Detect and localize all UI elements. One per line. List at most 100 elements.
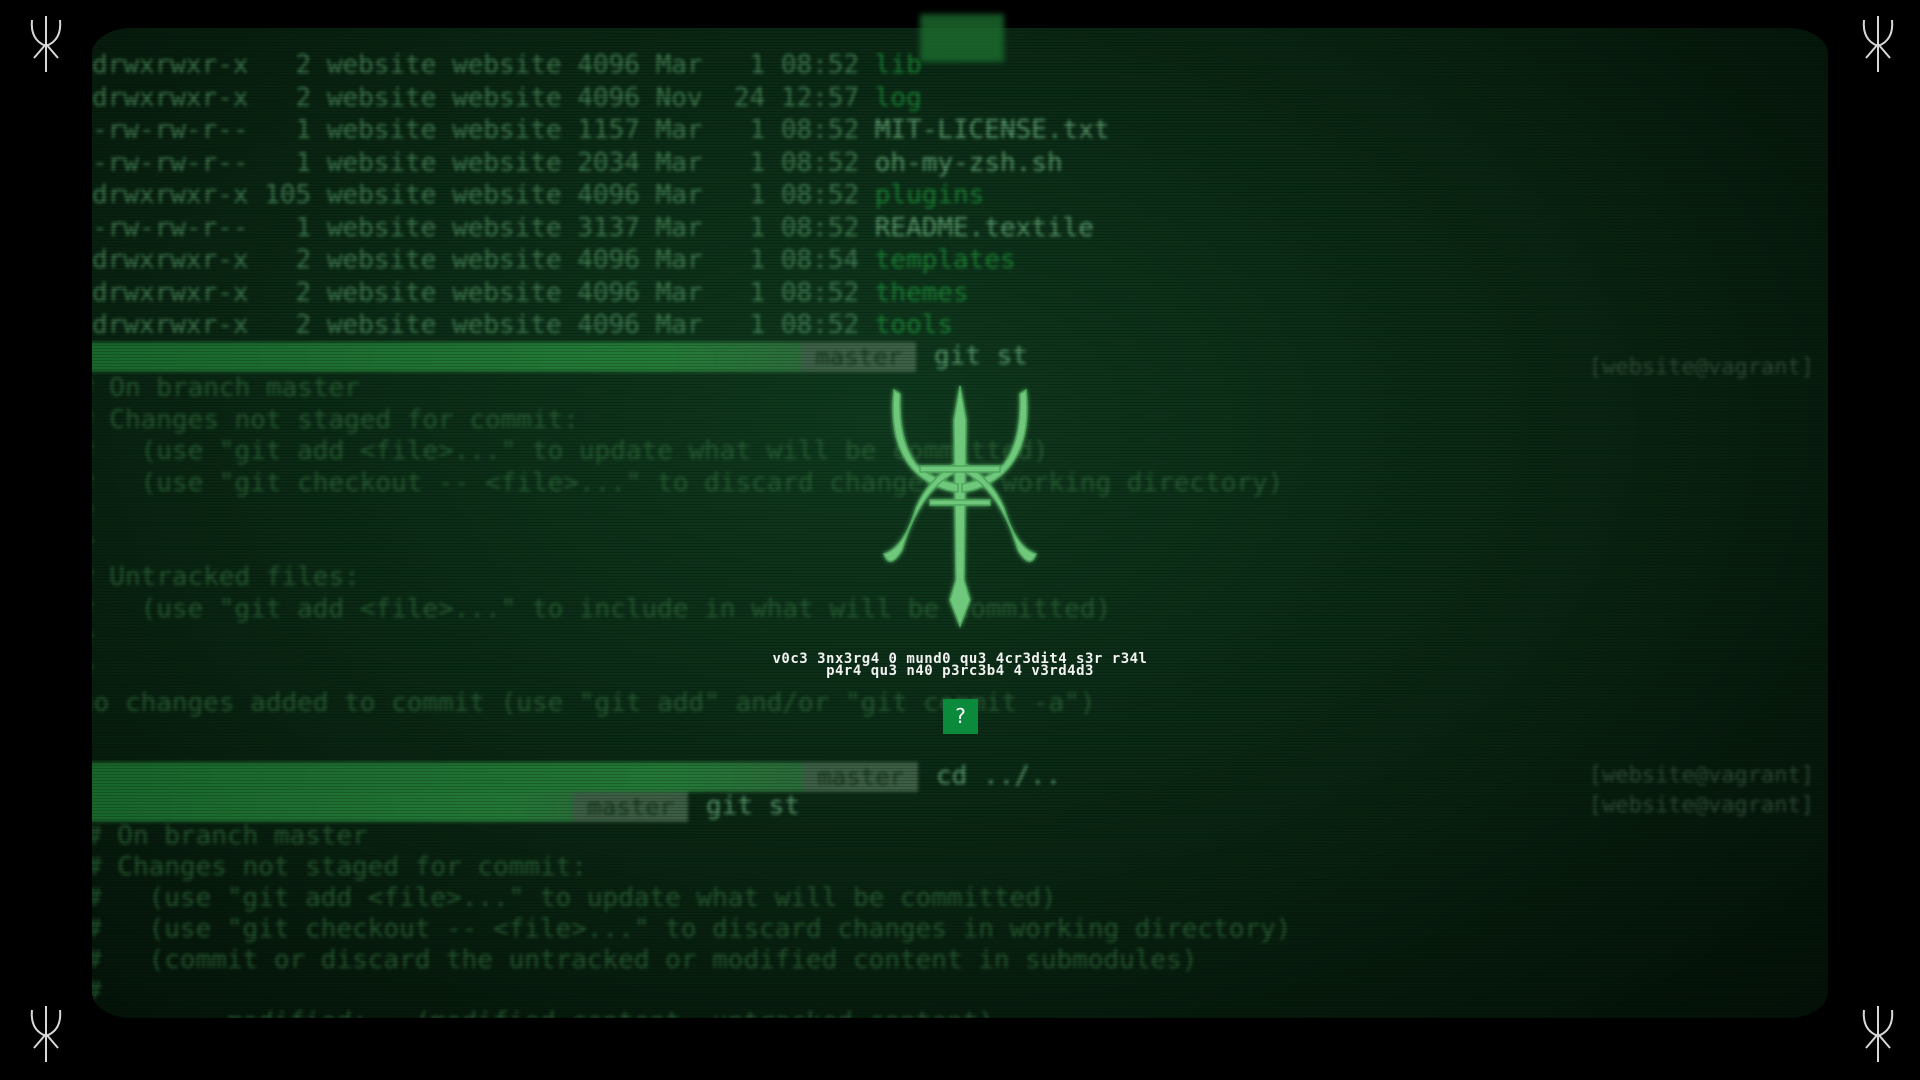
crt-screen: drwxrwxr-x 2 website website 4096 Mar 1 …	[92, 28, 1828, 1018]
ls-group: website	[452, 212, 562, 243]
corner-sigil-icon-bottom-right	[1862, 1006, 1894, 1062]
git-status-text: # Changes not staged for commit:	[92, 404, 579, 435]
git-status-text: #	[92, 499, 94, 529]
ls-size: 3137	[577, 212, 640, 243]
ls-row: -rw-rw-r-- 1 website website 3137 Mar 1 …	[92, 213, 1094, 244]
ls-row: -rw-rw-r-- 1 website website 1157 Mar 1 …	[92, 115, 1110, 146]
git-status-line: # (use "git add <file>..." to update wha…	[92, 883, 1057, 914]
ls-permissions: drwxrwxr-x	[92, 245, 249, 275]
git-status-line: #	[92, 531, 94, 562]
ls-day: 1	[749, 180, 766, 210]
ls-month: Mar	[655, 277, 703, 308]
ls-filename: templates	[874, 245, 1016, 275]
ls-day: 1	[749, 115, 766, 145]
ls-links: 2	[295, 245, 312, 275]
ls-day: 1	[749, 212, 766, 243]
ls-links: 2	[295, 50, 312, 80]
ls-day: 1	[749, 277, 766, 308]
ls-user: website	[326, 245, 437, 275]
ls-filename: tools	[874, 310, 954, 340]
ls-row: drwxrwxr-x 2 website website 4096 Mar 1 …	[92, 310, 953, 341]
ls-user: website	[326, 212, 437, 243]
ls-links: 105	[264, 180, 312, 210]
git-status-text: # (use "git checkout -- <file>..." to di…	[92, 914, 1292, 944]
shell-prompt: master git st	[92, 791, 800, 822]
prompt-path-segment: master	[92, 791, 688, 822]
ls-time: 08:52	[780, 147, 860, 178]
ls-size: 4096	[577, 277, 640, 308]
ls-month: Nov	[655, 82, 703, 113]
ls-filename: themes	[874, 277, 969, 308]
ls-permissions: drwxrwxr-x	[92, 310, 249, 340]
ls-size: 4096	[577, 310, 640, 340]
ls-user: website	[326, 180, 437, 210]
help-button[interactable]: ?	[943, 699, 978, 734]
ls-permissions: -rw-rw-r--	[92, 212, 249, 243]
prompt-host-tag: [website@vagrant]	[1588, 763, 1814, 788]
ls-month: Mar	[655, 115, 703, 145]
ls-group: website	[452, 310, 562, 340]
git-status-text: # On branch master	[92, 821, 368, 851]
ls-size: 1157	[577, 115, 640, 145]
git-status-text: #	[92, 625, 94, 655]
ls-month: Mar	[655, 212, 703, 243]
ls-filename: plugins	[874, 180, 985, 210]
ls-links: 1	[295, 212, 312, 243]
ls-user: website	[326, 82, 437, 113]
git-status-line: #	[92, 976, 102, 1007]
git-status-text: # Untracked files:	[92, 562, 360, 592]
ls-filename: MIT-LICENSE.txt	[874, 115, 1110, 145]
ls-month: Mar	[655, 147, 703, 178]
ls-user: website	[326, 277, 437, 308]
git-status-text: #	[92, 976, 102, 1006]
ls-size: 4096	[577, 82, 640, 113]
corner-sigil-icon-bottom-left	[30, 1006, 62, 1062]
git-status-text: # (use "git add <file>..." to update wha…	[92, 883, 1057, 913]
terminal-output: drwxrwxr-x 2 website website 4096 Mar 1 …	[92, 28, 1828, 1018]
git-status-line: #	[92, 499, 94, 530]
ls-time: 08:52	[780, 180, 860, 210]
git-status-text: # On branch master	[92, 373, 360, 403]
ls-group: website	[452, 180, 562, 210]
git-status-line: # Untracked files:	[92, 562, 360, 593]
git-status-line: # Changes not staged for commit:	[92, 405, 579, 436]
ls-day: 1	[749, 50, 766, 80]
ls-group: website	[452, 277, 562, 308]
prompt-host-tag: [website@vagrant]	[1588, 793, 1814, 818]
prompt-branch: master	[573, 791, 688, 822]
ls-time: 08:52	[780, 277, 860, 308]
git-status-text: #	[92, 531, 94, 561]
ls-permissions: -rw-rw-r--	[92, 115, 249, 145]
ls-filename: log	[874, 82, 922, 113]
corner-sigil-icon-top-right	[1862, 16, 1894, 72]
ls-size: 2034	[577, 147, 640, 178]
ls-permissions: drwxrwxr-x	[92, 180, 249, 210]
ls-row: drwxrwxr-x 2 website website 4096 Mar 1 …	[92, 278, 969, 309]
ls-filename: lib	[874, 50, 922, 80]
prompt-command: git st	[934, 341, 1028, 371]
prompt-path-segment: master	[92, 761, 918, 792]
prompt-path-segment: master	[92, 341, 916, 372]
git-status-line: # Changes not staged for commit:	[92, 852, 587, 883]
ls-time: 08:52	[780, 115, 860, 145]
ls-user: website	[326, 50, 437, 80]
ls-links: 1	[295, 147, 312, 178]
screen-top-notch	[920, 14, 1004, 62]
git-status-text: #	[92, 657, 94, 687]
ls-permissions: drwxrwxr-x	[92, 82, 249, 113]
ls-links: 2	[295, 310, 312, 340]
git-status-line: #	[92, 657, 94, 688]
ls-time: 08:52	[780, 310, 860, 340]
git-status-text: # (use "git add <file>..." to include in…	[92, 593, 1112, 624]
ls-month: Mar	[655, 180, 703, 210]
ls-permissions: drwxrwxr-x	[92, 277, 249, 308]
ls-day: 24	[733, 82, 766, 113]
ls-row: drwxrwxr-x 2 website website 4096 Mar 1 …	[92, 245, 1016, 276]
ls-day: 1	[749, 310, 766, 340]
ls-time: 08:54	[780, 245, 860, 275]
ls-size: 4096	[577, 50, 640, 80]
ls-group: website	[452, 82, 562, 113]
shell-prompt: master git st	[92, 341, 1028, 372]
ls-size: 4096	[577, 180, 640, 210]
ls-group: website	[452, 50, 562, 80]
